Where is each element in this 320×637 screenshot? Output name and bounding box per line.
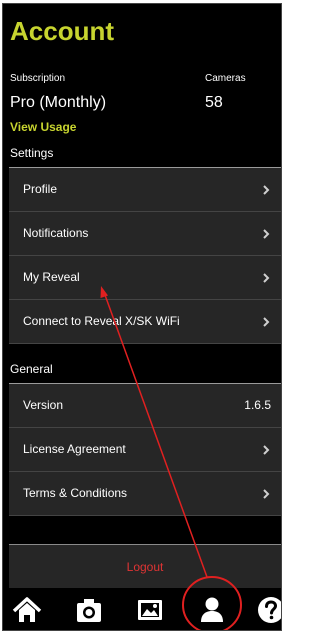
version-label: Version [23,398,64,412]
settings-list: Profile Notifications My Reveal Connect … [9,168,281,344]
general-item-version: Version 1.6.5 [9,384,281,428]
settings-item-label: Profile [23,182,58,196]
subscription-value: Pro (Monthly) [10,94,107,111]
settings-item-label: Connect to Reveal X/SK WiFi [23,314,180,328]
subscription-label: Subscription [10,73,66,84]
camera-icon[interactable] [73,594,105,626]
general-list: Version 1.6.5 License Agreement Terms & … [9,384,281,516]
general-item-terms[interactable]: Terms & Conditions [9,472,281,516]
cameras-count: 58 [205,94,223,111]
logout-label: Logout [126,560,164,574]
general-item-label: License Agreement [23,442,126,456]
page-title: Account [10,16,114,46]
account-screen: Account Subscription Cameras Pro (Monthl… [2,3,282,631]
logout-button[interactable]: Logout [9,544,281,590]
chevron-right-icon [263,229,270,239]
help-icon[interactable] [255,594,282,626]
image-icon[interactable] [134,594,166,626]
bottom-tab-bar [3,588,281,630]
settings-item-my-reveal[interactable]: My Reveal [9,256,281,300]
settings-item-profile[interactable]: Profile [9,168,281,212]
chevron-right-icon [263,445,270,455]
version-value: 1.6.5 [244,398,271,412]
general-item-label: Terms & Conditions [23,486,128,500]
chevron-right-icon [263,185,270,195]
settings-item-connect-wifi[interactable]: Connect to Reveal X/SK WiFi [9,300,281,344]
home-icon[interactable] [11,594,43,626]
account-icon[interactable] [196,594,228,626]
cameras-label: Cameras [205,73,246,84]
general-item-license[interactable]: License Agreement [9,428,281,472]
view-usage-link[interactable]: View Usage [10,120,76,134]
settings-heading: Settings [10,146,54,160]
chevron-right-icon [263,489,270,499]
settings-item-label: Notifications [23,226,89,240]
settings-item-label: My Reveal [23,270,80,284]
settings-item-notifications[interactable]: Notifications [9,212,281,256]
chevron-right-icon [263,317,270,327]
chevron-right-icon [263,273,270,283]
general-heading: General [10,362,53,376]
